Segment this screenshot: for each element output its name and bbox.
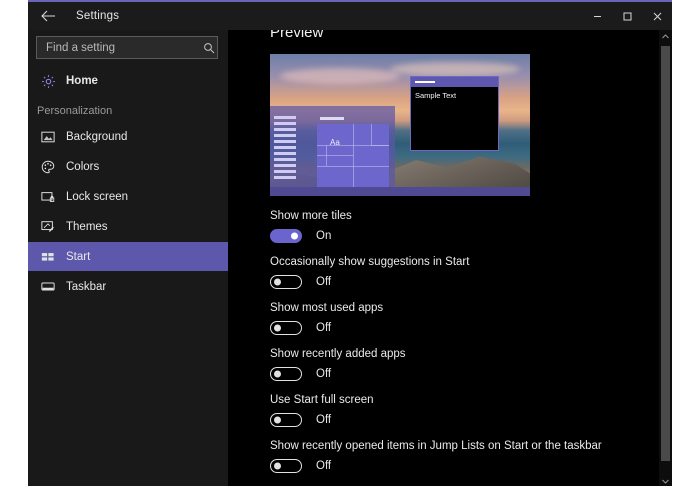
toggle-switch[interactable]: [270, 413, 302, 427]
toggle-row: Off: [270, 413, 650, 427]
maximize-button[interactable]: [612, 2, 642, 30]
image-icon: [36, 128, 60, 146]
preview-cloud: [280, 68, 400, 84]
toggle-switch[interactable]: [270, 321, 302, 335]
setting-start-full-screen: Use Start full screen Off: [270, 394, 650, 427]
sidebar-item-lock-screen[interactable]: Lock screen: [28, 182, 228, 211]
toggle-state-label: Off: [316, 460, 331, 472]
sidebar-item-colors[interactable]: Colors: [28, 152, 228, 181]
toggle-switch[interactable]: [270, 275, 302, 289]
toggle-row: Off: [270, 367, 650, 381]
scrollbar-thumb[interactable]: [661, 46, 670, 461]
toggle-state-label: On: [316, 230, 331, 242]
setting-show-suggestions: Occasionally show suggestions in Start O…: [270, 256, 650, 289]
toggle-state-label: Off: [316, 414, 331, 426]
palette-icon: [36, 158, 60, 176]
preview-app-window: Sample Text: [410, 76, 499, 151]
sidebar-group-label: Personalization: [28, 105, 228, 117]
search-box[interactable]: [36, 36, 218, 59]
start-menu-preview-image: Aa Sample Text: [270, 54, 530, 196]
sidebar-item-label: Lock screen: [66, 191, 128, 203]
setting-recently-added-apps: Show recently added apps Off: [270, 348, 650, 381]
back-button[interactable]: [28, 2, 68, 30]
setting-jump-lists: Show recently opened items in Jump Lists…: [270, 440, 650, 473]
preview-taskbar: [270, 187, 530, 196]
themes-icon: [36, 218, 60, 236]
preview-sample-text: Sample Text: [415, 91, 498, 100]
toggle-row: Off: [270, 321, 650, 335]
sidebar: Home Personalization Background: [28, 30, 228, 486]
toggle-state-label: Off: [316, 368, 331, 380]
page-title: Preview: [228, 30, 658, 41]
window-title: Settings: [76, 10, 119, 22]
sidebar-item-taskbar[interactable]: Taskbar: [28, 272, 228, 301]
preview-cloud: [390, 62, 520, 76]
preview-app-list: [274, 116, 296, 184]
preview-tile-text: Aa: [330, 138, 340, 147]
search-icon: [200, 37, 217, 58]
setting-show-more-tiles: Show more tiles On: [270, 210, 650, 243]
toggle-row: On: [270, 229, 650, 243]
sidebar-item-label: Colors: [66, 161, 99, 173]
scrollbar-track[interactable]: [659, 43, 672, 475]
toggle-switch[interactable]: [270, 229, 302, 243]
toggle-row: Off: [270, 275, 650, 289]
setting-label: Show recently added apps: [270, 348, 650, 360]
sidebar-item-label: Background: [66, 131, 127, 143]
setting-label: Show recently opened items in Jump Lists…: [270, 440, 650, 452]
toggle-row: Off: [270, 459, 650, 473]
sidebar-item-start[interactable]: Start: [28, 242, 228, 271]
preview-window-titlebar: [411, 77, 498, 87]
sidebar-item-label: Taskbar: [66, 281, 106, 293]
toggle-switch[interactable]: [270, 367, 302, 381]
toggle-switch[interactable]: [270, 459, 302, 473]
setting-label: Show more tiles: [270, 210, 650, 222]
taskbar-icon: [36, 278, 60, 296]
sidebar-item-label: Start: [66, 251, 90, 263]
vertical-scrollbar[interactable]: [659, 30, 672, 486]
main-content: Preview: [228, 30, 672, 486]
title-bar: Settings: [28, 2, 672, 30]
toggle-state-label: Off: [316, 322, 331, 334]
sidebar-item-home[interactable]: Home: [28, 66, 228, 96]
scroll-up-arrow-icon[interactable]: [659, 30, 672, 43]
toggle-state-label: Off: [316, 276, 331, 288]
settings-list: Show more tiles On Occasionally show sug…: [270, 210, 650, 486]
sidebar-nav-list: Background Colors: [28, 122, 228, 301]
settings-window: Settings: [28, 0, 672, 486]
setting-label: Use Start full screen: [270, 394, 650, 406]
sidebar-item-label: Home: [66, 75, 98, 87]
setting-label: Show most used apps: [270, 302, 650, 314]
preview-tile-grid: [317, 124, 389, 187]
sidebar-item-themes[interactable]: Themes: [28, 212, 228, 241]
close-button[interactable]: [642, 2, 672, 30]
caption-buttons: [582, 2, 672, 30]
preview-group-header: [320, 117, 344, 120]
start-tiles-icon: [36, 248, 60, 266]
minimize-button[interactable]: [582, 2, 612, 30]
scroll-down-arrow-icon[interactable]: [659, 475, 672, 486]
lock-screen-icon: [36, 188, 60, 206]
gear-icon: [36, 72, 60, 90]
sidebar-item-label: Themes: [66, 221, 108, 233]
sidebar-item-background[interactable]: Background: [28, 122, 228, 151]
setting-most-used-apps: Show most used apps Off: [270, 302, 650, 335]
setting-label: Occasionally show suggestions in Start: [270, 256, 650, 268]
search-input[interactable]: [37, 37, 200, 58]
